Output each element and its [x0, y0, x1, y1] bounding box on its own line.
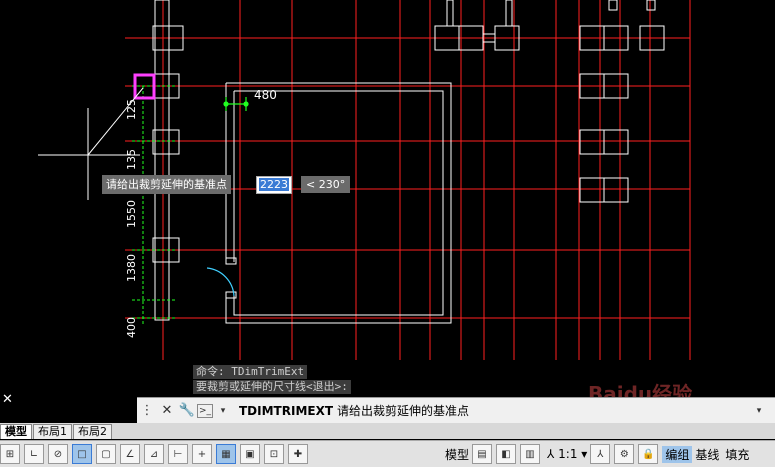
annotation-visibility-icon[interactable]: ⅄	[590, 444, 611, 464]
osnap-icon[interactable]: □	[72, 444, 92, 464]
ortho-icon[interactable]: ∟	[24, 444, 44, 464]
selection-cycling-icon[interactable]: ▣	[240, 444, 260, 464]
chevron-down-icon[interactable]: ▾	[213, 401, 233, 421]
svg-text:1550: 1550	[125, 200, 138, 228]
ducs-icon[interactable]: ⊿	[144, 444, 164, 464]
angle-readout: < 230°	[301, 176, 351, 193]
annotation-scale[interactable]: ⅄ 1:1 ▾	[544, 447, 590, 461]
viewport-icon[interactable]: ◧	[496, 444, 517, 464]
grip-icon[interactable]: ⋮	[137, 401, 157, 421]
add-icon[interactable]: ✚	[288, 444, 308, 464]
dynamic-input-value: 2223	[259, 178, 289, 191]
history-line-2: 要裁剪或延伸的尺寸线<退出>:	[193, 380, 351, 394]
polar-icon[interactable]: ⊘	[48, 444, 68, 464]
history-line-1: 命令: TDimTrimExt	[193, 365, 308, 379]
command-name: TDIMTRIMEXT	[239, 403, 334, 418]
svg-text:400: 400	[125, 317, 138, 338]
scale-value: 1:1	[558, 447, 578, 461]
baseline-toggle[interactable]: 基线	[692, 446, 722, 463]
dyn-icon[interactable]: ⊢	[168, 444, 188, 464]
tab-layout2[interactable]: 布局2	[73, 424, 112, 439]
dynamic-input-field[interactable]: 2223	[256, 176, 292, 194]
quick-view-icon[interactable]: ▥	[520, 444, 541, 464]
wall-geometry	[152, 0, 665, 324]
drawing-canvas[interactable]: 125 135 1550 1380 400	[0, 0, 775, 398]
history-dropdown-icon[interactable]: ▾	[749, 401, 769, 421]
workspace-icon[interactable]: ⚙	[614, 444, 635, 464]
fill-toggle[interactable]: 填充	[722, 446, 752, 463]
command-prompt-icon[interactable]: >_	[197, 403, 213, 418]
annotation-monitor-icon[interactable]: ⊡	[264, 444, 284, 464]
layout-tabs: 模型 布局1 布局2	[0, 423, 775, 439]
snap-icon[interactable]: ⊞	[0, 444, 20, 464]
lineweight-icon[interactable]: +	[192, 444, 212, 464]
command-line[interactable]: ⋮ ✕ 🔧 >_ ▾ TDIMTRIMEXT 请给出裁剪延伸的基准点 ▾	[137, 397, 775, 423]
tab-model[interactable]: 模型	[0, 424, 32, 439]
model-space-label[interactable]: 模型	[442, 446, 472, 463]
command-prompt: 请给出裁剪延伸的基准点	[337, 404, 470, 418]
close-icon[interactable]: ✕	[2, 392, 13, 407]
lock-icon[interactable]: 🔒	[638, 444, 659, 464]
svg-text:135: 135	[125, 149, 138, 170]
wrench-icon[interactable]: 🔧	[177, 401, 197, 421]
vertical-dim-texts: 125 135 1550 1380 400	[125, 99, 138, 338]
edit-group-toggle[interactable]: 编组	[662, 445, 693, 463]
transparency-icon[interactable]: ▦	[216, 444, 236, 464]
layout-icon[interactable]: ▤	[472, 444, 493, 464]
dynamic-prompt-tooltip: 请给出裁剪延伸的基准点	[102, 175, 231, 194]
tab-layout1[interactable]: 布局1	[33, 424, 72, 439]
status-bar: ⊞ ∟ ⊘ □ ▢ ∠ ⊿ ⊢ + ▦ ▣ ⊡ ✚ 模型 ▤ ◧ ▥ ⅄ 1:1…	[0, 440, 775, 467]
close-icon[interactable]: ✕	[157, 401, 177, 421]
3d-osnap-icon[interactable]: ▢	[96, 444, 116, 464]
dim-480	[223, 97, 249, 111]
dimension-480-label: 480	[254, 88, 277, 102]
otrack-icon[interactable]: ∠	[120, 444, 140, 464]
svg-text:1380: 1380	[125, 254, 138, 282]
